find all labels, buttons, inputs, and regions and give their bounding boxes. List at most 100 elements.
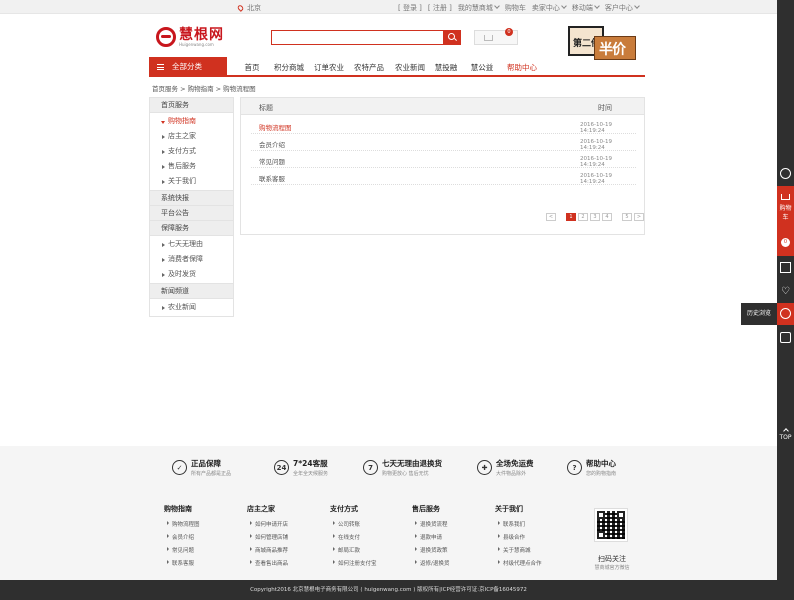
footer-link[interactable]: 返修/退换货 xyxy=(412,559,482,572)
table-row[interactable]: 购物流程图 2016-10-19 14:19:24 xyxy=(251,117,636,134)
pager-spacer xyxy=(558,213,564,221)
row-title[interactable]: 会员介绍 xyxy=(259,139,285,149)
nav-item-points-mall[interactable]: 积分商城 xyxy=(268,62,310,73)
row-title[interactable]: 常见问题 xyxy=(259,156,285,166)
page-button-2[interactable]: 2 xyxy=(578,213,588,221)
sidebar-item-after-sales[interactable]: 售后服务 xyxy=(150,159,233,174)
page-button-3[interactable]: 3 xyxy=(590,213,600,221)
cart-count-badge: 0 xyxy=(505,28,513,36)
page-button-4[interactable]: 4 xyxy=(602,213,612,221)
site-logo[interactable]: 慧根网 Huigenwang.com xyxy=(156,26,226,48)
sidebar-item-agri-news[interactable]: 农业新闻 xyxy=(150,300,233,315)
guarantee-shipping[interactable]: ✚ 全场免运费 大件物品除外 xyxy=(477,458,534,477)
wallet-icon[interactable] xyxy=(780,262,791,273)
row-time: 2016-10-19 14:19:24 xyxy=(580,122,612,134)
footer-link[interactable]: 如何注册支付宝 xyxy=(330,559,400,572)
search-button[interactable] xyxy=(443,30,461,45)
sidebar-group-title[interactable]: 平台公告 xyxy=(150,206,233,221)
user-icon[interactable] xyxy=(780,168,791,179)
customer-center-link[interactable]: 客户中心 xyxy=(605,3,640,13)
nav-item-investment[interactable]: 慧投融 xyxy=(430,62,462,73)
toolbar-cart[interactable]: 购物车 0 xyxy=(777,186,794,256)
pager-spacer xyxy=(614,213,620,221)
row-title[interactable]: 联系客服 xyxy=(259,173,285,183)
footer-link[interactable]: 查看售出商品 xyxy=(247,559,317,572)
nav-item-specialty-products[interactable]: 农特产品 xyxy=(348,62,390,73)
back-to-top-button[interactable]: TOP xyxy=(777,428,794,441)
table-row[interactable]: 联系客服 2016-10-19 14:19:24 xyxy=(251,168,636,185)
sidebar-group-guarantee: 七天无理由 消费者保障 及时发货 xyxy=(150,236,233,284)
promo-banner[interactable]: 第二件 半价 xyxy=(568,24,636,62)
footer-link[interactable]: 村级代理点合作 xyxy=(495,559,565,572)
sidebar-item-timely-shipping[interactable]: 及时发货 xyxy=(150,267,233,282)
footer-link[interactable]: 退换货政策 xyxy=(412,546,482,559)
nav-item-charity[interactable]: 慧公益 xyxy=(462,62,502,73)
footer-link[interactable]: 购物流程图 xyxy=(164,520,234,533)
sidebar-group-title[interactable]: 新闻频道 xyxy=(150,284,233,299)
sidebar-item-about[interactable]: 关于我们 xyxy=(150,174,233,189)
row-time: 2016-10-19 14:19:24 xyxy=(580,156,612,168)
cart-link[interactable]: 购物车 xyxy=(505,3,526,13)
history-button[interactable] xyxy=(777,303,794,325)
copyright-bar: Copyright2016 北京慧根电子商务有限公司 ( huigenwang.… xyxy=(0,580,777,600)
guarantee-service[interactable]: 24 7*24客服 全年全天候服务 xyxy=(274,458,328,477)
sidebar-group-title[interactable]: 系统快报 xyxy=(150,191,233,206)
footer-link[interactable]: 联系客服 xyxy=(164,559,234,572)
chevron-down-icon xyxy=(494,3,500,9)
all-categories-label: 全部分类 xyxy=(172,62,202,71)
register-link[interactable]: [ 注册 ] xyxy=(428,3,452,13)
nav-item-agri-news[interactable]: 农业新闻 xyxy=(390,62,430,73)
footer-link[interactable]: 关于慧商城 xyxy=(495,546,565,559)
row-title[interactable]: 购物流程图 xyxy=(259,122,292,132)
footer-link[interactable]: 公司转账 xyxy=(330,520,400,533)
page-button-5[interactable]: 5 xyxy=(622,213,632,221)
search-input[interactable] xyxy=(272,31,442,44)
footer-link[interactable]: 邮局汇款 xyxy=(330,546,400,559)
guarantee-genuine[interactable]: ✓ 正品保障 所有产品都是正品 xyxy=(172,458,231,477)
footer-link[interactable]: 退换货流程 xyxy=(412,520,482,533)
location-selector[interactable]: 北京 xyxy=(236,3,261,13)
heart-icon[interactable]: ♡ xyxy=(780,286,791,297)
row-time: 2016-10-19 14:19:24 xyxy=(580,173,612,185)
footer-link[interactable]: 如何申请开店 xyxy=(247,520,317,533)
footer-link[interactable]: 如何管理店铺 xyxy=(247,533,317,546)
my-mall-link[interactable]: 我的慧商城 xyxy=(458,3,500,13)
sidebar-item-payment[interactable]: 支付方式 xyxy=(150,144,233,159)
footer-link[interactable]: 常见问题 xyxy=(164,546,234,559)
header-cart[interactable]: 0 xyxy=(474,28,518,45)
nav-divider xyxy=(149,75,645,77)
guarantee-sub: 全年全天候服务 xyxy=(293,471,329,477)
next-page-button[interactable]: > xyxy=(634,213,644,221)
page-button-1[interactable]: 1 xyxy=(566,213,576,221)
footer-link[interactable]: 会员介绍 xyxy=(164,533,234,546)
sidebar-item-shop-owner[interactable]: 店主之家 xyxy=(150,129,233,144)
footer-link[interactable]: 县级合作 xyxy=(495,533,565,546)
footer-column-payment: 支付方式 公司转账 在线支付 邮局汇款 如何注册支付宝 xyxy=(330,504,400,572)
footer-link[interactable]: 联系我们 xyxy=(495,520,565,533)
guarantee-title: 全场免运费 xyxy=(496,459,534,468)
sidebar-item-shopping-guide[interactable]: 购物指南 xyxy=(150,114,233,129)
all-categories-button[interactable]: 全部分类 xyxy=(149,57,227,76)
guarantee-title: 正品保障 xyxy=(191,459,221,468)
sidebar-group-title[interactable]: 首页服务 xyxy=(150,98,233,113)
footer-link[interactable]: 商城商品推荐 xyxy=(247,546,317,559)
mobile-link[interactable]: 移动端 xyxy=(572,3,600,13)
nav-item-order-agriculture[interactable]: 订单农业 xyxy=(310,62,348,73)
sidebar-item-seven-days[interactable]: 七天无理由 xyxy=(150,237,233,252)
footer-link[interactable]: 在线支付 xyxy=(330,533,400,546)
guarantee-title: 帮助中心 xyxy=(586,459,616,468)
guarantee-return[interactable]: 7 七天无理由退换货 购物更放心 售后无忧 xyxy=(363,458,442,477)
gift-icon: ✚ xyxy=(477,460,492,475)
nav-item-home[interactable]: 首页 xyxy=(236,62,268,73)
login-link[interactable]: [ 登录 ] xyxy=(398,3,422,13)
table-row[interactable]: 会员介绍 2016-10-19 14:19:24 xyxy=(251,134,636,151)
prev-page-button[interactable]: < xyxy=(546,213,556,221)
table-row[interactable]: 常见问题 2016-10-19 14:19:24 xyxy=(251,151,636,168)
sidebar-item-consumer-protection[interactable]: 消费者保障 xyxy=(150,252,233,267)
message-icon[interactable] xyxy=(780,332,791,343)
nav-item-help-center[interactable]: 帮助中心 xyxy=(502,62,542,73)
seller-center-link[interactable]: 卖家中心 xyxy=(532,3,567,13)
sidebar-group-title[interactable]: 保障服务 xyxy=(150,221,233,236)
footer-link[interactable]: 退款申请 xyxy=(412,533,482,546)
guarantee-help[interactable]: ? 帮助中心 您的购物指南 xyxy=(567,458,616,477)
